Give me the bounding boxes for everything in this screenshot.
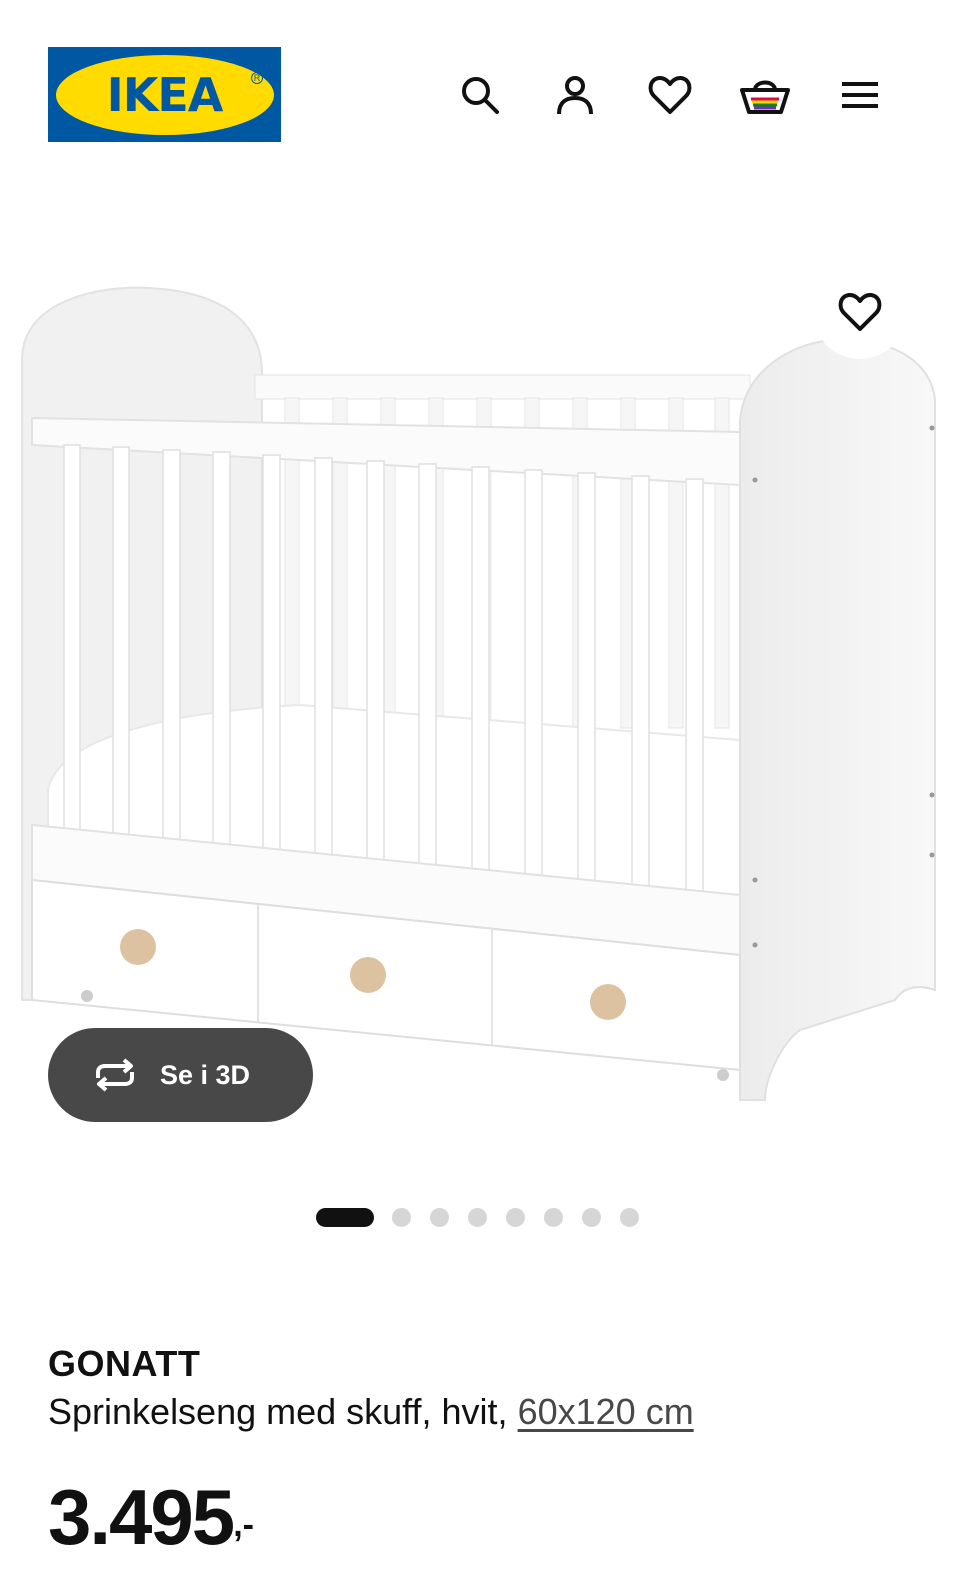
carousel-dot-3[interactable] <box>430 1208 449 1227</box>
carousel-dot-5[interactable] <box>506 1208 525 1227</box>
image-carousel-indicator <box>0 1205 960 1229</box>
product-size-link[interactable]: 60x120 cm <box>518 1391 694 1432</box>
carousel-dot-8[interactable] <box>620 1208 639 1227</box>
product-price: 3.495 ,- <box>48 1472 254 1562</box>
product-image[interactable] <box>0 240 960 1140</box>
price-decimal: ,- <box>233 1506 254 1544</box>
view-in-3d-button[interactable]: Se i 3D <box>48 1028 313 1122</box>
rotate-3d-icon <box>90 1058 140 1092</box>
header: IKEA R <box>0 0 960 190</box>
account-button[interactable] <box>550 70 600 120</box>
carousel-dot-1[interactable] <box>316 1208 374 1227</box>
heart-icon <box>648 75 692 114</box>
shopping-bag-button[interactable] <box>740 70 790 120</box>
carousel-dot-7[interactable] <box>582 1208 601 1227</box>
ikea-logo[interactable]: IKEA R <box>48 47 281 142</box>
carousel-dot-6[interactable] <box>544 1208 563 1227</box>
shopping-bag-icon <box>740 80 790 114</box>
logo-text: IKEA <box>106 67 224 122</box>
crib-illustration <box>21 286 936 1101</box>
carousel-dot-4[interactable] <box>468 1208 487 1227</box>
hamburger-menu-icon <box>842 82 878 108</box>
product-description-text: Sprinkelseng med skuff, hvit, <box>48 1391 508 1432</box>
carousel-dot-2[interactable] <box>392 1208 411 1227</box>
registered-mark: R <box>251 72 263 84</box>
product-name: GONATT <box>48 1343 201 1384</box>
view-in-3d-label: Se i 3D <box>160 1059 251 1090</box>
add-to-favourites-button[interactable] <box>813 265 907 359</box>
product-description: Sprinkelseng med skuff, hvit, 60x120 cm <box>48 1391 694 1433</box>
account-icon <box>557 76 593 115</box>
price-integer: 3.495 <box>48 1473 235 1561</box>
search-icon <box>462 77 499 114</box>
heart-icon <box>838 292 882 331</box>
favourites-button[interactable] <box>645 70 695 120</box>
search-button[interactable] <box>455 70 505 120</box>
menu-button[interactable] <box>835 70 885 120</box>
logo-oval: IKEA <box>55 54 274 135</box>
